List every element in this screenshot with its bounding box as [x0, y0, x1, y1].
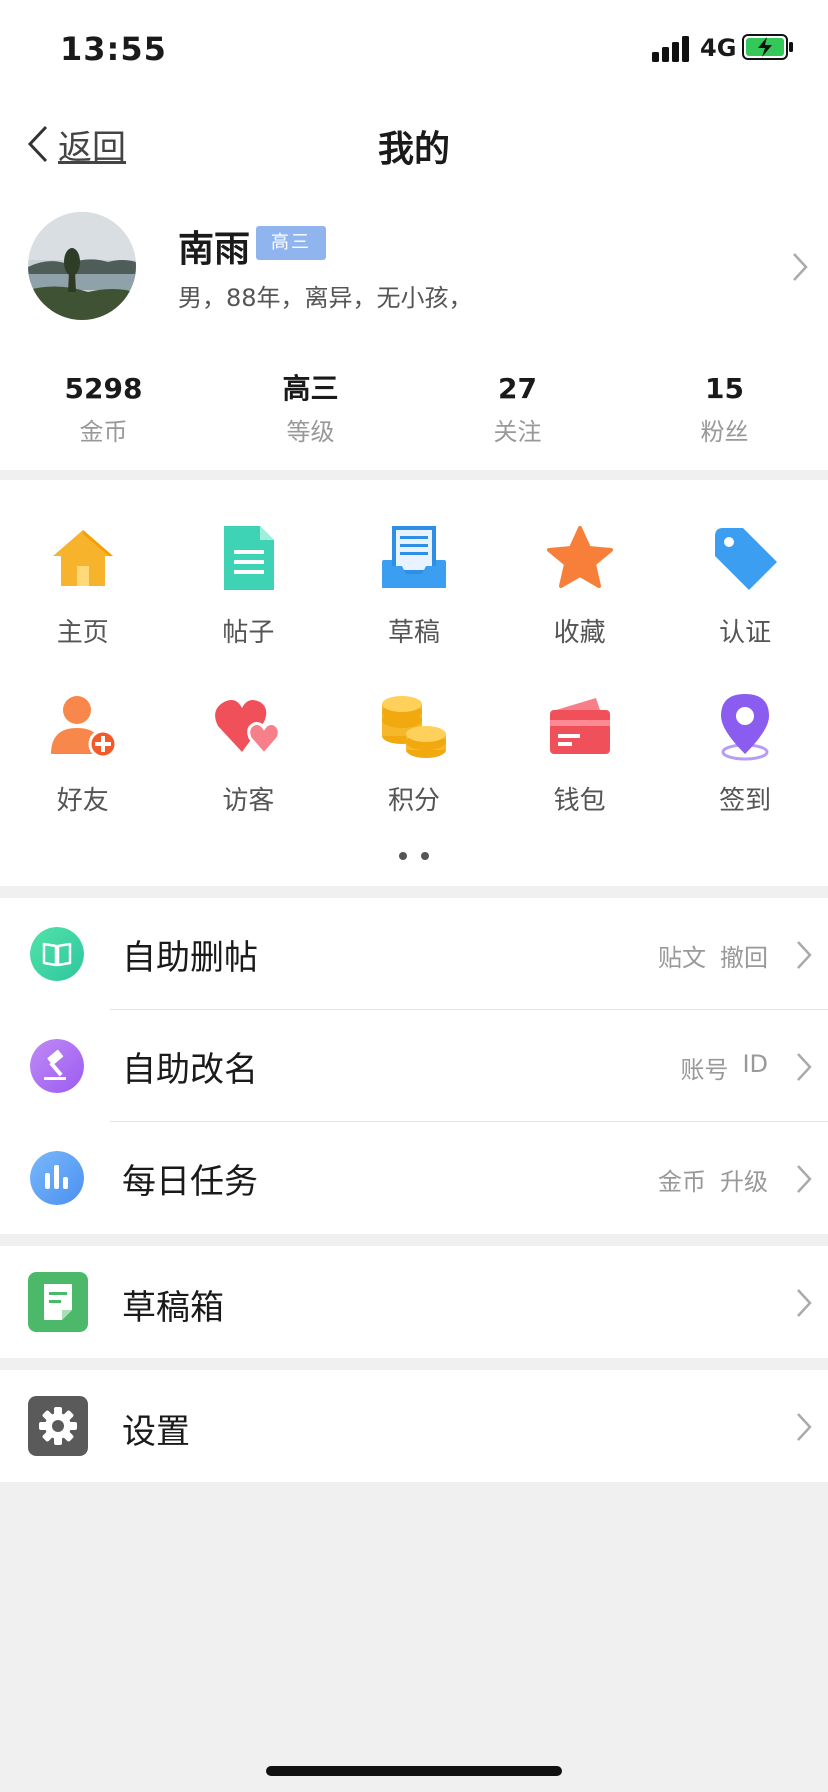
- star-icon: [546, 526, 613, 588]
- grid-item-posts[interactable]: 帖子: [166, 522, 332, 690]
- grid-label: 草稿: [387, 618, 440, 648]
- grid-item-visitors[interactable]: 访客: [166, 690, 332, 858]
- list-item-tags: 贴文 撤回: [658, 938, 768, 973]
- grid-item-friends[interactable]: 好友: [0, 690, 166, 858]
- tag: 金币: [658, 1168, 706, 1196]
- list-item-tags: 账号 ID: [680, 1050, 768, 1085]
- grid-label: 签到: [719, 786, 772, 816]
- chevron-right-icon: [797, 1053, 812, 1081]
- document-icon: [224, 526, 275, 590]
- stat-label: 等级: [286, 418, 335, 446]
- page-dot: [421, 852, 429, 860]
- grid-label: 认证: [719, 618, 772, 648]
- grid-label: 好友: [56, 786, 109, 816]
- draft-tray-icon: [381, 526, 446, 588]
- stat-coins[interactable]: 5298 金币: [0, 370, 207, 447]
- home-icon: [52, 530, 113, 586]
- list-item-drafts-box[interactable]: 草稿箱: [0, 1246, 828, 1358]
- stat-value: 15: [705, 372, 744, 405]
- bar-chart-icon: [30, 1151, 84, 1205]
- stat-label: 关注: [493, 418, 542, 446]
- profile-card[interactable]: 南雨 高三 男，88年，离异，无小孩， 5298 金币 高三 等级 27 关注 …: [0, 190, 828, 470]
- signal-icon: [652, 36, 689, 62]
- grid-label: 钱包: [553, 786, 606, 816]
- list-item-daily-tasks[interactable]: 每日任务 金币 升级: [0, 1122, 828, 1234]
- coins-icon: [381, 696, 446, 758]
- nav-bar: 返回 我的: [0, 100, 828, 190]
- stat-fans[interactable]: 15 粉丝: [621, 370, 828, 447]
- chevron-right-icon: [797, 1165, 812, 1193]
- grid-item-wallet[interactable]: 钱包: [497, 690, 663, 858]
- grid-label: 帖子: [222, 618, 275, 648]
- tag: 贴文: [658, 944, 706, 972]
- settings-title: 设置: [122, 1412, 190, 1452]
- list-item-title: 自助删帖: [122, 938, 258, 978]
- chevron-right-icon: [797, 1413, 812, 1441]
- list-item-settings[interactable]: 设置: [0, 1370, 828, 1482]
- list-item-tags: 金币 升级: [658, 1162, 768, 1197]
- page-indicator[interactable]: [0, 852, 828, 860]
- notepad-icon: [28, 1272, 88, 1332]
- tag: 撤回: [720, 944, 768, 972]
- chevron-right-icon: [793, 253, 808, 281]
- stat-value: 27: [498, 372, 537, 405]
- network-type: 4G: [700, 34, 737, 62]
- avatar[interactable]: [28, 212, 136, 320]
- grid-label: 收藏: [553, 618, 606, 648]
- home-indicator[interactable]: [266, 1766, 562, 1776]
- hearts-icon: [215, 700, 282, 757]
- stat-value: 5298: [64, 372, 143, 405]
- stats-row: 5298 金币 高三 等级 27 关注 15 粉丝: [0, 370, 828, 447]
- add-friend-icon: [50, 696, 118, 759]
- grid-item-points[interactable]: 积分: [331, 690, 497, 858]
- tag: ID: [742, 1050, 768, 1078]
- stat-label: 粉丝: [700, 418, 749, 446]
- page-dot: [399, 852, 407, 860]
- drafts-title: 草稿箱: [122, 1288, 224, 1328]
- gavel-icon: [30, 1039, 84, 1093]
- tag-icon: [715, 528, 778, 590]
- tag: 账号: [680, 1056, 729, 1084]
- grid-label: 主页: [56, 618, 109, 648]
- function-grid: 主页 帖子 草稿 收藏 认证 好友 访客 积分 钱包 签到: [0, 480, 828, 886]
- stat-following[interactable]: 27 关注: [414, 370, 621, 447]
- grid-label: 积分: [387, 786, 440, 816]
- book-icon: [30, 927, 84, 981]
- grid-item-checkin[interactable]: 签到: [662, 690, 828, 858]
- stat-value: 高三: [282, 372, 339, 405]
- list-item-title: 自助改名: [122, 1050, 258, 1090]
- grid-item-favorites[interactable]: 收藏: [497, 522, 663, 690]
- status-time: 13:55: [60, 30, 167, 68]
- chevron-right-icon: [797, 1289, 812, 1317]
- gear-icon: [28, 1396, 88, 1456]
- wallet-icon: [549, 698, 610, 754]
- grid-item-verify[interactable]: 认证: [662, 522, 828, 690]
- grid-item-drafts[interactable]: 草稿: [331, 522, 497, 690]
- list-item-title: 每日任务: [122, 1162, 258, 1202]
- location-pin-icon: [721, 694, 770, 761]
- list-item-self-delete[interactable]: 自助删帖 贴文 撤回: [0, 898, 828, 1010]
- stat-level[interactable]: 高三 等级: [207, 370, 414, 447]
- status-bar: 13:55 4G: [0, 0, 828, 100]
- username: 南雨: [178, 229, 251, 270]
- battery-charging-icon: [742, 34, 793, 60]
- level-badge: 高三: [256, 226, 326, 260]
- stat-label: 金币: [79, 418, 128, 446]
- chevron-right-icon: [797, 941, 812, 969]
- avatar-landscape-image: [28, 212, 136, 320]
- grid-label: 访客: [222, 786, 275, 816]
- tag: 升级: [720, 1168, 768, 1196]
- grid-item-home[interactable]: 主页: [0, 522, 166, 690]
- tools-list: 自助删帖 贴文 撤回 自助改名 账号 ID 每日任务 金币 升级: [0, 898, 828, 1234]
- user-info: 男，88年，离异，无小孩，: [178, 284, 473, 312]
- page-title: 我的: [377, 129, 450, 170]
- list-item-rename[interactable]: 自助改名 账号 ID: [0, 1010, 828, 1122]
